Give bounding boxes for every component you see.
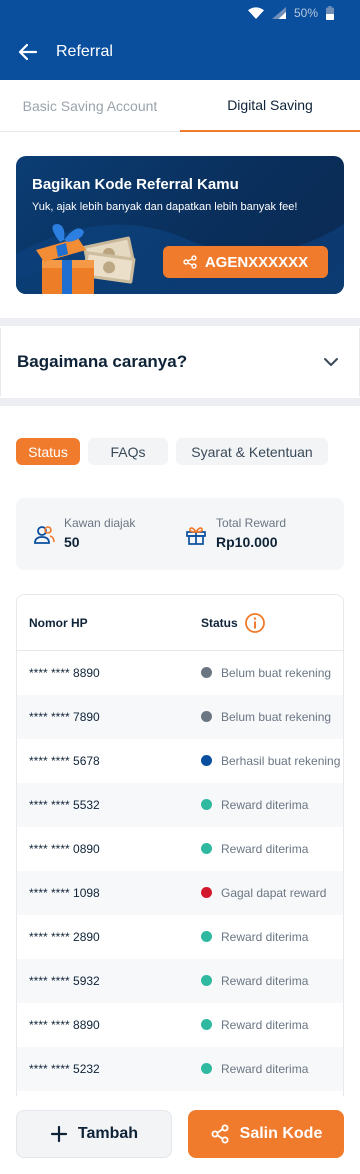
- status-cell: Reward diterima: [221, 798, 309, 812]
- status-dot-icon: [201, 887, 212, 898]
- status-dot-icon: [201, 799, 212, 810]
- battery-percent: 50%: [293, 6, 318, 20]
- table-header: Nomor HP Status: [17, 595, 343, 651]
- status-dot-icon: [201, 931, 212, 942]
- phone-number-cell: **** **** 5232: [29, 1062, 100, 1076]
- referral-status-table: Nomor HP Status **** **** 8890 Belum buat…: [16, 594, 344, 1174]
- table-row: **** **** 1098 Gagal dapat reward: [17, 871, 343, 915]
- users-icon: [34, 526, 55, 544]
- status-dot-icon: [201, 975, 212, 986]
- column-header-status: Status: [201, 616, 238, 630]
- gift-money-illustration: [36, 224, 136, 294]
- page-title: Referral: [56, 43, 113, 60]
- phone-number-cell: **** **** 8890: [29, 1018, 100, 1032]
- referral-banner: Bagikan Kode Referral Kamu Yuk, ajak leb…: [16, 156, 344, 294]
- status-bar: 50%: [0, 0, 360, 26]
- accordion-title: Bagaimana caranya?: [17, 352, 188, 371]
- battery-icon: [326, 6, 334, 20]
- arrow-left-icon: [18, 43, 38, 61]
- phone-number-cell: **** **** 1098: [29, 886, 100, 900]
- status-dot-icon: [201, 1019, 212, 1030]
- status-dot-icon: [201, 755, 212, 766]
- bottom-action-bar: Tambah Salin Kode: [0, 1096, 360, 1174]
- phone-number-cell: **** **** 0890: [29, 842, 100, 856]
- status-dot-icon: [201, 1063, 212, 1074]
- table-row: **** **** 0890 Reward diterima: [17, 827, 343, 871]
- how-to-accordion[interactable]: Bagaimana caranya?: [0, 328, 360, 396]
- copy-code-label: Salin Kode: [239, 1125, 323, 1142]
- status-dot-icon: [201, 667, 212, 678]
- app-header: 50% Referral: [0, 0, 360, 80]
- invited-value: 50: [64, 534, 80, 550]
- wifi-icon: [247, 7, 264, 19]
- table-row: **** **** 5932 Reward diterima: [17, 959, 343, 1003]
- copy-code-button[interactable]: Salin Kode: [188, 1110, 344, 1158]
- status-cell: Reward diterima: [221, 930, 309, 944]
- chevron-down-icon: [324, 358, 338, 366]
- reward-value: Rp10.000: [216, 534, 278, 550]
- status-cell: Berhasil buat rekening: [221, 754, 341, 768]
- signal-icon: [271, 7, 286, 19]
- table-row: **** **** 8890 Belum buat rekening: [17, 651, 343, 695]
- reward-label: Total Reward: [216, 516, 287, 530]
- invited-label: Kawan diajak: [64, 516, 136, 530]
- add-button[interactable]: Tambah: [16, 1110, 172, 1158]
- status-cell: Reward diterima: [221, 974, 309, 988]
- status-dot-icon: [201, 711, 212, 722]
- status-cell: Gagal dapat reward: [221, 886, 327, 900]
- referral-screen: 50% Referral Basic Saving Account Digita…: [0, 0, 360, 1174]
- status-cell: Reward diterima: [221, 1062, 309, 1076]
- referral-stats-card: Kawan diajak 50 Total Reward Rp10.000: [16, 498, 344, 570]
- phone-number-cell: **** **** 5932: [29, 974, 100, 988]
- column-header-phone: Nomor HP: [29, 616, 88, 630]
- status-cell: Belum buat rekening: [221, 710, 332, 724]
- account-tabs: Basic Saving Account Digital Saving: [0, 80, 360, 132]
- status-dot-icon: [201, 843, 212, 854]
- table-row: **** **** 5532 Reward diterima: [17, 783, 343, 827]
- section-divider: [0, 318, 360, 326]
- phone-number-cell: **** **** 5532: [29, 798, 100, 812]
- info-icon[interactable]: [244, 612, 266, 634]
- tab-digital-saving[interactable]: Digital Saving: [180, 80, 360, 132]
- table-row: **** **** 8890 Reward diterima: [17, 1003, 343, 1047]
- referral-code-button[interactable]: AGENXXXXXX: [163, 246, 328, 278]
- tab-basic-saving-account[interactable]: Basic Saving Account: [0, 80, 180, 132]
- status-cell: Belum buat rekening: [221, 666, 332, 680]
- phone-number-cell: **** **** 2890: [29, 930, 100, 944]
- add-button-label: Tambah: [77, 1125, 139, 1142]
- phone-number-cell: **** **** 8890: [29, 666, 100, 680]
- tab-faqs[interactable]: FAQs: [88, 438, 168, 465]
- gift-icon: [186, 527, 206, 545]
- table-row: **** **** 5678 Berhasil buat rekening: [17, 739, 343, 783]
- table-row: **** **** 7890 Belum buat rekening: [17, 695, 343, 739]
- phone-number-cell: **** **** 5678: [29, 754, 100, 768]
- plus-icon: [50, 1125, 68, 1143]
- banner-title: Bagikan Kode Referral Kamu: [32, 176, 239, 193]
- share-icon: [211, 1124, 229, 1144]
- section-divider: [0, 398, 360, 406]
- referral-code-text: AGENXXXXXX: [204, 253, 309, 271]
- status-cell: Reward diterima: [221, 1018, 309, 1032]
- table-row: **** **** 2890 Reward diterima: [17, 915, 343, 959]
- status-cell: Reward diterima: [221, 842, 309, 856]
- share-icon: [183, 255, 197, 269]
- back-button[interactable]: [16, 40, 40, 64]
- phone-number-cell: **** **** 7890: [29, 710, 100, 724]
- banner-subtitle: Yuk, ajak lebih banyak dan dapatkan lebi…: [32, 201, 298, 213]
- tab-syarat-ketentuan[interactable]: Syarat & Ketentuan: [176, 438, 328, 465]
- tab-status[interactable]: Status: [16, 438, 80, 465]
- table-row: **** **** 5232 Reward diterima: [17, 1047, 343, 1091]
